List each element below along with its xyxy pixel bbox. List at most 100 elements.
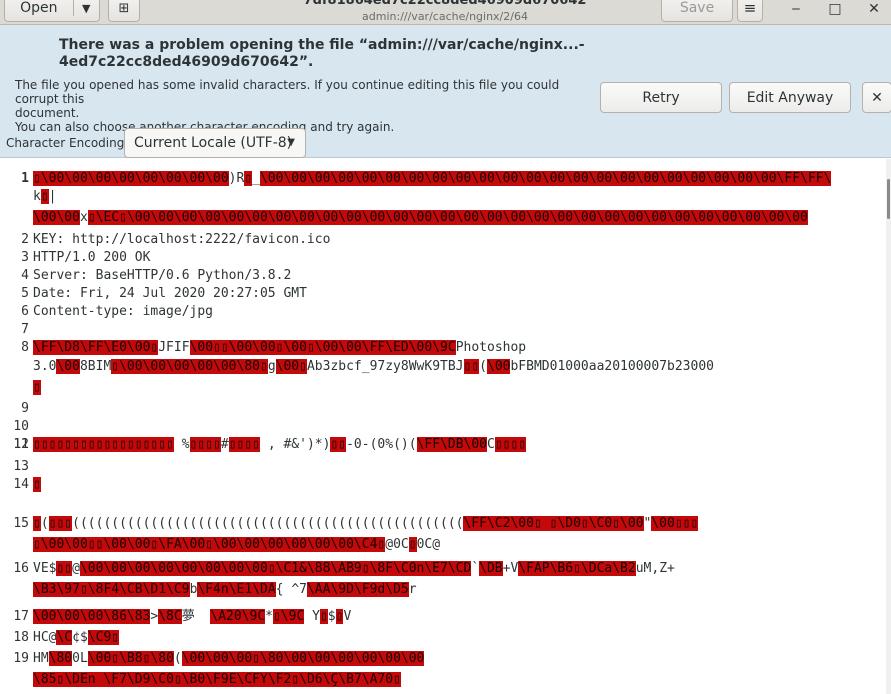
editor-line-12[interactable]: ▯▯▯▯▯▯▯▯▯▯▯▯▯▯▯▯▯▯ %▯▯▯▯#▯▯▯▯ , #&')*)▯▯… — [33, 436, 527, 454]
encoding-label: Character Encoding: — [6, 136, 129, 150]
line-number: 19 — [13, 651, 29, 666]
invalid-bytes: \DB — [479, 561, 503, 576]
editor-line-1a[interactable]: ▯\00\00\00\00\00\00\00\00)R▯_\00\00\00\0… — [33, 170, 832, 188]
maximize-icon[interactable]: □ — [825, 1, 845, 17]
editor-line-8a[interactable]: \FF\D8\FF\E0\00▯JFIF\00▯▯\00\00▯\00▯\00\… — [33, 339, 526, 357]
editor-line-4[interactable]: Server: BaseHTTP/0.6 Python/3.8.2 — [33, 267, 291, 285]
text-editor[interactable]: 1 2 3 4 5 6 7 8 9 10 11 12 13 14 15 16 1… — [0, 159, 891, 694]
chevron-down-icon[interactable]: ▼ — [287, 137, 295, 148]
editor-line-8b[interactable]: 3.0\008BIM▯\00\00\00\00\00\80▯g\00▯Ab3zb… — [33, 358, 714, 376]
invalid-bytes: ▯▯▯▯▯▯▯▯▯▯▯▯▯▯▯▯▯▯ — [33, 437, 174, 452]
editor-line-16b[interactable]: ▯\00\00▯▯\00\00▯\FA\00▯\00\00\00\00\00\0… — [33, 536, 440, 554]
new-tab-button[interactable]: ⊞ — [108, 0, 140, 22]
window-subtitle: admin:///var/cache/nginx/2/64 — [362, 10, 528, 23]
invalid-bytes: ▯▯▯▯ — [189, 437, 221, 452]
editor-line-17b[interactable]: \B3\97▯\8F4\CB\D1\C9b\F4n\E1\DA{ ^7\AA\9… — [33, 581, 417, 599]
text-run: 0C@ — [416, 537, 441, 552]
chevron-down-icon[interactable]: ▼ — [74, 2, 99, 15]
invalid-bytes: ▯ — [267, 561, 276, 576]
infobar-title-line1: There was a problem opening the file “ad… — [59, 37, 585, 53]
invalid-bytes: \00 — [283, 340, 307, 355]
encoding-error-infobar: There was a problem opening the file “ad… — [0, 25, 891, 158]
invalid-bytes: \FF\C2\00 — [463, 516, 534, 531]
editor-line-14[interactable]: ▯ — [33, 476, 41, 494]
text-run: @ — [72, 561, 80, 576]
text-run: ( — [479, 359, 487, 374]
editor-line-8c[interactable]: ▯ — [33, 379, 41, 397]
invalid-bytes: \00 — [87, 651, 112, 666]
invalid-bytes: ▯ — [79, 582, 88, 597]
invalid-bytes: \00\00\00 — [181, 651, 253, 666]
invalid-bytes: \00\00 — [33, 210, 80, 225]
invalid-bytes: ▯ — [111, 359, 120, 374]
line-number: 1 — [21, 171, 29, 186]
editor-line-2[interactable]: KEY: http://localhost:2222/favicon.ico — [33, 231, 330, 249]
invalid-bytes: ▯ — [393, 672, 401, 687]
editor-line-18[interactable]: \00\00\00\86\83>\8C夢 \A20\9C*▯\9C Y▯$▯V — [33, 608, 351, 626]
text-run: @0C — [385, 537, 409, 552]
invalid-bytes: \B8 — [119, 651, 143, 666]
line-number: 14 — [13, 477, 29, 492]
editor-line-1b[interactable]: k▯| — [33, 188, 56, 206]
invalid-bytes: \00\00 — [228, 340, 276, 355]
invalid-bytes: ▯ — [612, 516, 621, 531]
invalid-bytes: \00 — [620, 516, 644, 531]
invalid-bytes: \80 — [150, 651, 174, 666]
invalid-bytes: \9C — [241, 609, 266, 624]
infobar-title: There was a problem opening the file “ad… — [59, 37, 585, 71]
editor-line-5[interactable]: Date: Fri, 24 Jul 2020 20:27:05 GMT — [33, 285, 307, 303]
invalid-bytes: \DCa — [580, 561, 613, 576]
text-run: $ — [327, 609, 336, 624]
editor-line-20b[interactable]: \85▯\DEn \F7\D9\C0▯\B0\F9E\CFY\F2▯\D6\Ç\… — [33, 671, 401, 689]
line-number: 7 — [21, 322, 29, 337]
invalid-bytes: ▯▯ — [87, 537, 104, 552]
invalid-bytes: \00\00\00\00\00\00\00\00\00\00\00\00\00\… — [126, 210, 808, 225]
scrollbar-thumb[interactable] — [887, 179, 890, 219]
close-window-icon[interactable]: ✕ — [864, 1, 884, 17]
new-tab-icon[interactable]: ⊞ — [119, 1, 130, 16]
invalid-bytes: \80\00\00\00\00\00\00 — [260, 651, 425, 666]
editor-line-19[interactable]: HC@\C¢$\C9▯ — [33, 629, 120, 647]
encoding-select-value[interactable]: Current Locale (UTF-8) — [134, 135, 292, 151]
invalid-bytes: \8F4 — [87, 582, 120, 597]
invalid-bytes: ▯ — [33, 537, 41, 552]
invalid-bytes: ▯ — [408, 537, 417, 552]
open-button[interactable]: Open ▼ — [4, 0, 100, 22]
retry-button[interactable]: Retry — [600, 82, 722, 113]
editor-line-20a[interactable]: HM\800L\00▯\B8▯\80(\00\00\00▯\80\00\00\0… — [33, 650, 425, 668]
invalid-bytes: \00\00 — [40, 537, 88, 552]
text-run: +V — [502, 561, 519, 576]
minimize-icon[interactable]: ‒ — [786, 1, 806, 17]
text-run: % — [173, 437, 190, 452]
text-run: x — [79, 210, 88, 225]
editor-line-3[interactable]: HTTP/1.0 200 OK — [33, 249, 150, 267]
invalid-bytes: ▯ ▯ — [533, 516, 558, 531]
editor-line-6[interactable]: Content-type: image/jpg — [33, 303, 213, 321]
hamburger-menu-icon[interactable]: ≡ — [737, 0, 763, 22]
editor-line-16a[interactable]: ▯(▯▯▯(((((((((((((((((((((((((((((((((((… — [33, 515, 699, 533]
invalid-bytes: ▯ — [87, 210, 96, 225]
window-title: 7df81864ed7c22cc8ded46909d670642 — [303, 0, 587, 8]
invalid-bytes: \00\00\00\86\83 — [33, 609, 151, 624]
invalid-bytes: \00\00\00\00\00\00\C4 — [213, 537, 378, 552]
editor-line-17a[interactable]: VE$▯▯@\00\00\00\00\00\00\00\00▯\C1&\88\A… — [33, 560, 675, 578]
edit-anyway-button[interactable]: Edit Anyway — [729, 82, 851, 113]
save-button[interactable]: Save — [661, 0, 733, 22]
invalid-bytes: \8C — [158, 609, 182, 624]
vertical-scrollbar[interactable] — [886, 159, 891, 694]
invalid-bytes: ▯▯▯ — [674, 516, 699, 531]
encoding-select[interactable]: Current Locale (UTF-8) ▼ — [124, 128, 306, 158]
invalid-bytes: \C9 — [87, 630, 112, 645]
invalid-bytes: \00 — [651, 516, 675, 531]
line-number: 5 — [21, 286, 29, 301]
invalid-bytes: ▯▯▯▯ — [494, 437, 527, 452]
invalid-bytes: ▯ — [205, 537, 214, 552]
text-run: | — [48, 189, 57, 204]
invalid-bytes: ▯▯ — [56, 561, 73, 576]
line-number: 3 — [21, 250, 29, 265]
close-icon[interactable]: ✕ — [862, 82, 891, 113]
invalid-bytes: ▯▯ — [330, 437, 347, 452]
invalid-bytes: \85 — [33, 672, 57, 687]
editor-line-1c[interactable]: \00\00x▯\EC▯\00\00\00\00\00\00\00\00\00\… — [33, 209, 808, 227]
open-button-label[interactable]: Open — [5, 0, 74, 16]
